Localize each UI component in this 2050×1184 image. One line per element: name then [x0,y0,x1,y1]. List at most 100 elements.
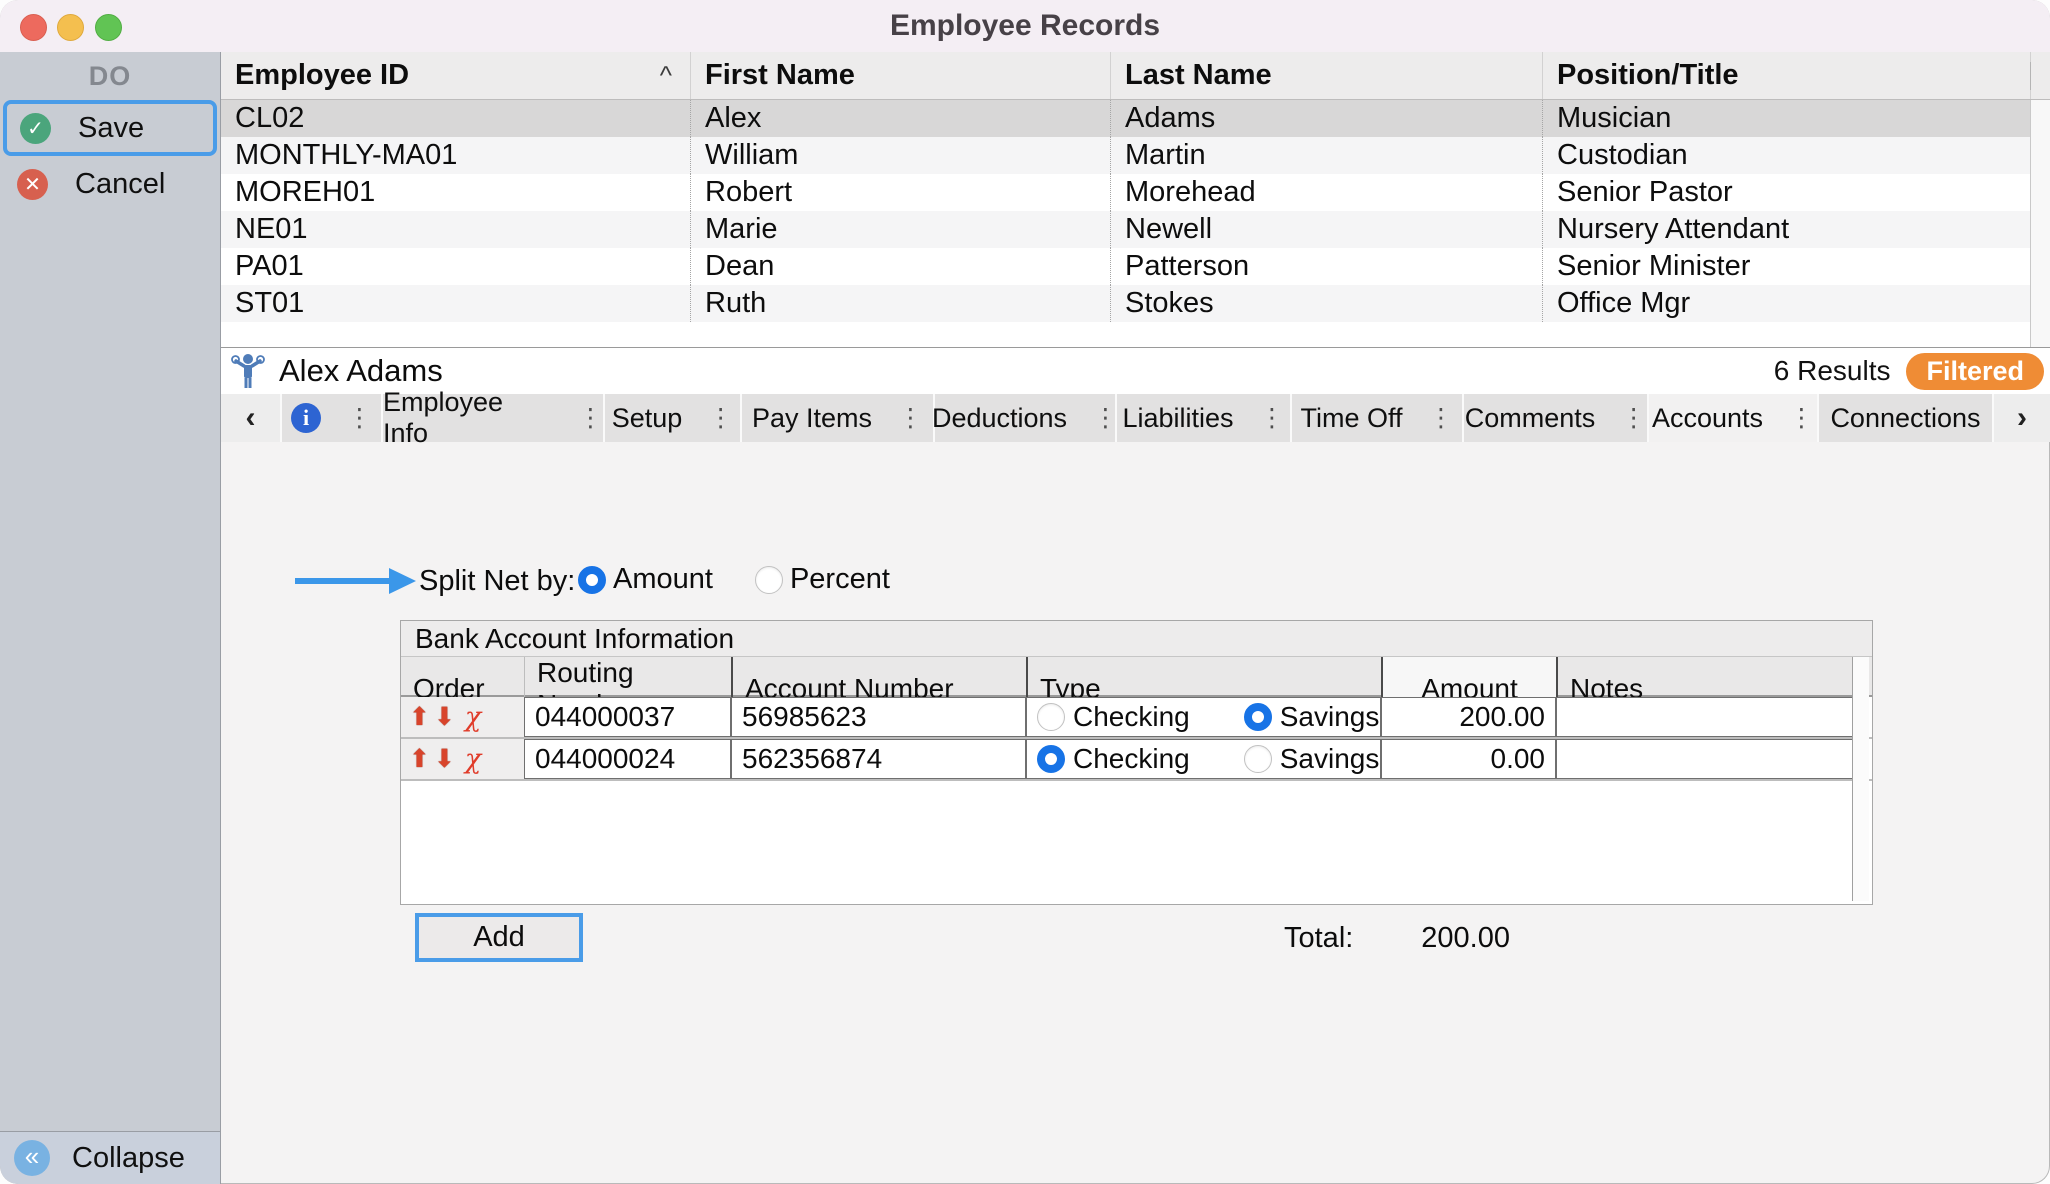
account-number-input[interactable]: 56985623 [731,697,1026,737]
first-name-cell: Marie [691,211,1111,248]
title-bar: Employee Records [0,0,2050,53]
tab-info[interactable]: i⋮ [282,394,381,442]
total-label: Total: [1284,922,1353,955]
column-resize-handle[interactable] [2030,62,2031,90]
tab-deductions[interactable]: Deductions⋮ [935,394,1115,442]
position-title-cell: Musician [1543,100,2031,137]
checking-radio[interactable] [1037,703,1065,731]
split-option-amount[interactable]: Amount [578,563,713,596]
tab-liabilities[interactable]: Liabilities⋮ [1117,394,1290,442]
radio-label: Savings [1280,743,1380,775]
savings-radio[interactable] [1244,703,1272,731]
column-header-employee-id[interactable]: Employee ID ^ [221,52,691,99]
column-header-first-name[interactable]: First Name [691,52,1111,99]
position-title-cell: Senior Minister [1543,248,2031,285]
notes-input[interactable] [1556,739,1853,779]
move-down-icon[interactable]: ⬇ [434,705,455,730]
tab-menu-kebab-icon[interactable]: ⋮ [708,406,733,431]
radio-label: Checking [1073,743,1190,775]
employee-table-row[interactable]: NE01 Marie Newell Nursery Attendant [221,211,2050,248]
tab-pay-items[interactable]: Pay Items⋮ [742,394,933,442]
employee-table-row[interactable]: MOREH01 Robert Morehead Senior Pastor [221,174,2050,211]
checking-radio[interactable] [1037,745,1065,773]
save-button[interactable]: ✓ Save [3,100,217,156]
tab-menu-kebab-icon[interactable]: ⋮ [898,406,923,431]
employee-id-cell: MOREH01 [221,174,691,211]
cancel-button[interactable]: ✕ Cancel [0,156,220,212]
record-tab-bar: ‹ i⋮Employee Info⋮Setup⋮Pay Items⋮Deducti… [221,394,2050,442]
bank-account-row: ⬆ ⬇ χ 044000024 562356874 Checking Saving… [401,739,1872,781]
notes-input[interactable] [1556,697,1853,737]
savings-radio[interactable] [1244,745,1272,773]
scroll-tabs-left-button[interactable]: ‹ [221,394,280,442]
move-up-icon[interactable]: ⬆ [409,705,430,730]
employee-id-cell: PA01 [221,248,691,285]
employee-table-scrollbar[interactable] [2030,100,2050,347]
tab-label: Time Off [1300,403,1402,434]
tab-label: Accounts [1652,403,1763,434]
order-cell: ⬆ ⬇ χ [401,697,524,737]
last-name-cell: Patterson [1111,248,1543,285]
type-option-savings[interactable]: Savings [1244,701,1380,733]
routing-number-input[interactable]: 044000037 [524,697,731,737]
check-icon: ✓ [20,113,51,144]
results-count: 6 Results [1774,355,1891,387]
split-option-percent[interactable]: Percent [755,563,890,596]
tab-setup[interactable]: Setup⋮ [605,394,740,442]
tab-comments[interactable]: Comments⋮ [1464,394,1647,442]
tab-menu-kebab-icon[interactable]: ⋮ [1260,406,1285,431]
first-name-cell: Alex [691,100,1111,137]
type-option-checking[interactable]: Checking [1037,743,1190,775]
employee-table-row[interactable]: CL02 Alex Adams Musician [221,100,2050,137]
tab-menu-kebab-icon[interactable]: ⋮ [1621,406,1646,431]
annotation-arrow [295,566,417,596]
employee-table-row[interactable]: PA01 Dean Patterson Senior Minister [221,248,2050,285]
percent-radio[interactable] [755,566,783,594]
first-name-cell: William [691,137,1111,174]
tab-menu-kebab-icon[interactable]: ⋮ [1093,406,1118,431]
account-number-input[interactable]: 562356874 [731,739,1026,779]
sidebar-header: DO [0,52,220,100]
move-up-icon[interactable]: ⬆ [409,747,430,772]
amount-input[interactable]: 200.00 [1381,697,1556,737]
cancel-button-label: Cancel [75,168,165,201]
back-chevron-icon: ‹ [246,401,256,435]
bank-table-body: ⬆ ⬇ χ 044000037 56985623 Checking Savings… [401,697,1872,781]
app-window: Employee Records DO ✓ Save ✕ Cancel « Co… [0,0,2050,1184]
position-title-cell: Nursery Attendant [1543,211,2031,248]
tab-menu-kebab-icon[interactable]: ⋮ [1789,406,1814,431]
scroll-tabs-right-button[interactable]: › [1994,394,2050,442]
amount-input[interactable]: 0.00 [1381,739,1556,779]
tab-connections[interactable]: Connections [1819,394,1992,442]
employee-table-row[interactable]: MONTHLY-MA01 William Martin Custodian [221,137,2050,174]
collapse-sidebar-button[interactable]: « Collapse [0,1131,221,1184]
routing-number-input[interactable]: 044000024 [524,739,731,779]
tab-menu-kebab-icon[interactable]: ⋮ [1429,406,1454,431]
tab-menu-kebab-icon[interactable]: ⋮ [578,406,603,431]
tab-menu-kebab-icon[interactable]: ⋮ [347,406,372,431]
last-name-cell: Adams [1111,100,1543,137]
split-net-options: Amount Percent [578,563,890,596]
delete-row-icon[interactable]: χ [465,746,481,773]
column-header-last-name[interactable]: Last Name [1111,52,1543,99]
window-title: Employee Records [0,0,2050,52]
account-type-cell: Checking Savings [1026,739,1381,779]
total-value: 200.00 [1380,922,1510,955]
move-down-icon[interactable]: ⬇ [434,747,455,772]
column-header-position-title[interactable]: Position/Title [1543,52,2031,99]
amount-radio[interactable] [578,566,606,594]
tab-employee-info[interactable]: Employee Info⋮ [383,394,603,442]
delete-row-icon[interactable]: χ [465,704,481,731]
bank-table-scrollbar[interactable] [1852,657,1869,901]
save-button-label: Save [78,112,144,145]
type-option-checking[interactable]: Checking [1037,701,1190,733]
type-option-savings[interactable]: Savings [1244,743,1380,775]
tab-accounts[interactable]: Accounts ⋮ [1649,394,1817,442]
employee-table-row[interactable]: ST01 Ruth Stokes Office Mgr [221,285,2050,322]
radio-label: Savings [1280,701,1380,733]
employee-table-header: Employee ID ^ First Name Last Name Posit… [221,52,2050,100]
add-account-button[interactable]: Add [415,913,583,962]
tab-time-off[interactable]: Time Off ⋮ [1292,394,1462,442]
first-name-cell: Dean [691,248,1111,285]
filtered-badge[interactable]: Filtered [1906,353,2044,390]
